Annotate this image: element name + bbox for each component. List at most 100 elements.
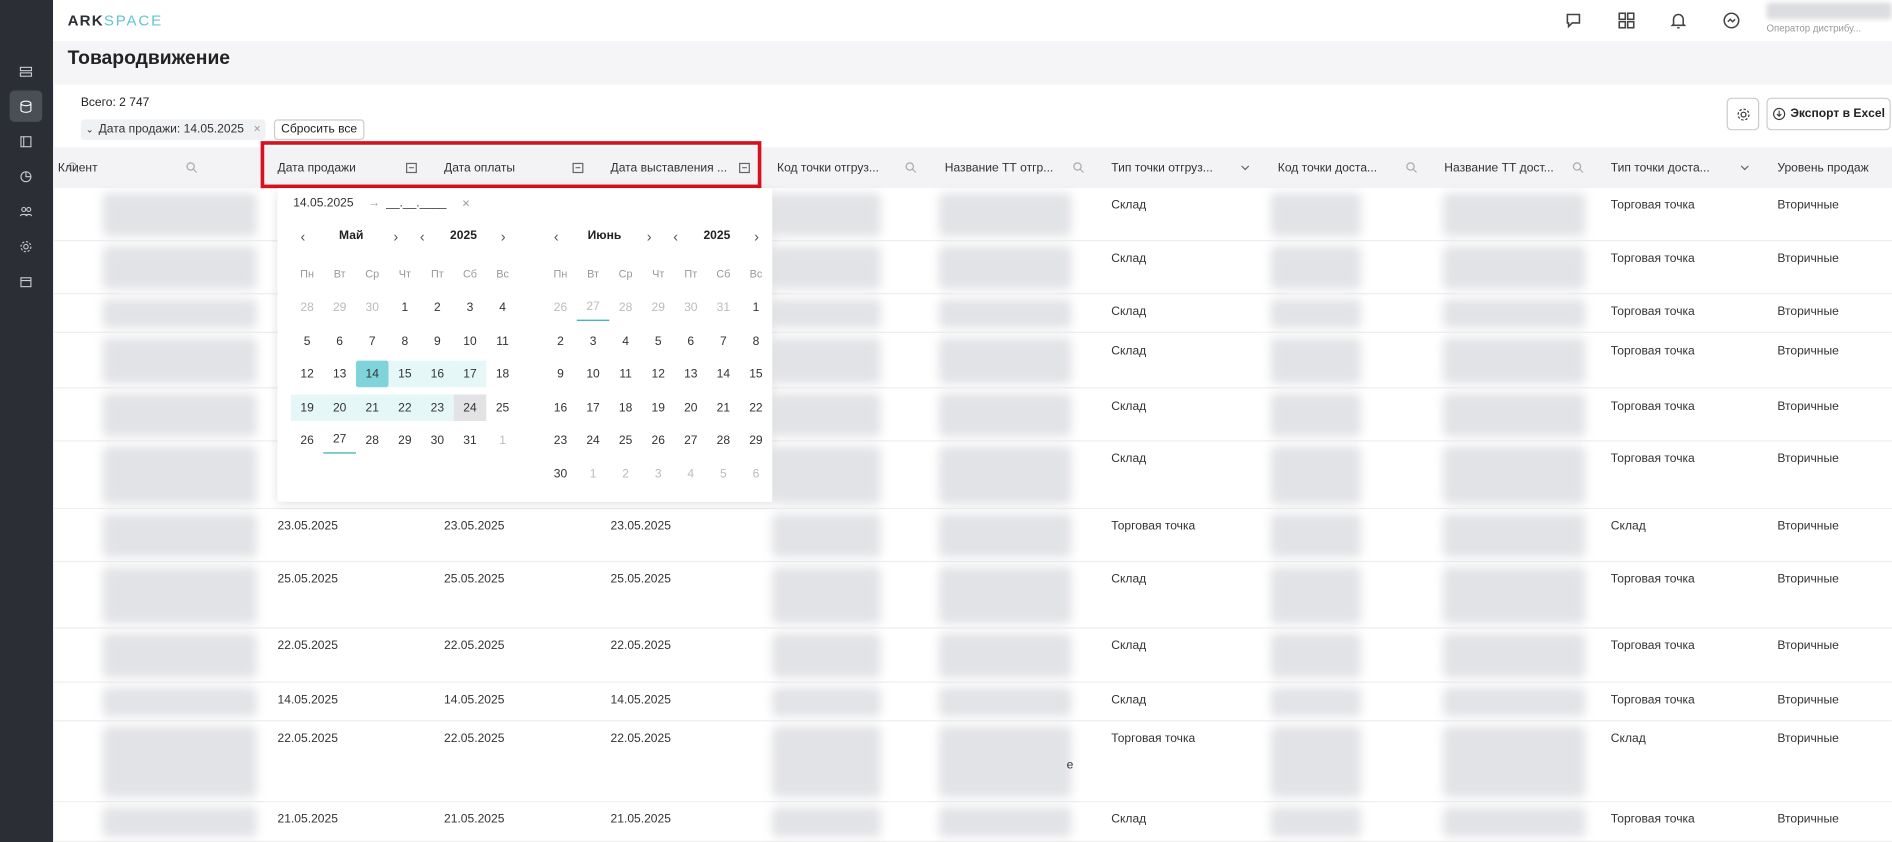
calendar-day[interactable]: 29: [389, 427, 422, 454]
calendar-day[interactable]: 13: [323, 361, 356, 388]
calendar-day[interactable]: 29: [740, 427, 773, 454]
column-header[interactable]: Клиент: [58, 147, 208, 188]
calendar-day[interactable]: 18: [486, 361, 519, 388]
calendar-day[interactable]: 30: [356, 294, 389, 321]
column-header[interactable]: Дата оплаты: [444, 147, 594, 188]
calendar-day[interactable]: 4: [486, 294, 519, 321]
calendar-day[interactable]: 26: [642, 427, 675, 454]
month-may[interactable]: Май: [339, 229, 363, 242]
calendar-day[interactable]: 18: [609, 394, 642, 421]
calendar-icon[interactable]: [572, 162, 584, 174]
calendar-day[interactable]: 10: [577, 361, 610, 388]
month-june[interactable]: Июнь: [588, 229, 622, 242]
calendar-day[interactable]: 12: [642, 361, 675, 388]
calendar-day[interactable]: 22: [740, 394, 773, 421]
calendar-day[interactable]: 19: [290, 394, 324, 421]
table-settings-button[interactable]: [1726, 97, 1760, 131]
book-icon[interactable]: [10, 125, 43, 156]
next-month-icon[interactable]: ›: [647, 228, 652, 245]
calendar-icon[interactable]: [405, 162, 417, 174]
bell-icon[interactable]: [1669, 11, 1688, 30]
calendar-day[interactable]: 14: [707, 361, 740, 388]
column-header[interactable]: Код точки доста...: [1278, 147, 1428, 188]
database-icon[interactable]: [9, 90, 43, 122]
calendar-day[interactable]: 23: [544, 427, 577, 454]
calendar-day[interactable]: 5: [707, 461, 740, 488]
calendar-day[interactable]: 28: [707, 427, 740, 454]
calendar-day[interactable]: 30: [421, 427, 454, 454]
calendar-day[interactable]: 1: [486, 427, 519, 454]
reset-all-button[interactable]: Сбросить все: [273, 119, 365, 140]
calendar-day[interactable]: 28: [356, 427, 389, 454]
pie-chart-icon[interactable]: [10, 160, 43, 191]
calendar-day[interactable]: 27: [323, 427, 356, 454]
calendar-day[interactable]: 30: [674, 294, 707, 321]
settings-icon[interactable]: [10, 230, 43, 261]
calendar-day[interactable]: 24: [453, 394, 487, 421]
date-range-picker[interactable]: 14.05.2025 → __.__.____ × ‹ Май › ‹ 2025…: [277, 188, 773, 502]
calendar-day[interactable]: 30: [544, 461, 577, 488]
calendar-day[interactable]: 5: [642, 328, 675, 355]
users-icon[interactable]: [10, 195, 43, 226]
calendar-day[interactable]: 25: [609, 427, 642, 454]
sync-icon[interactable]: [1722, 11, 1741, 30]
calendar-day[interactable]: 3: [577, 328, 610, 355]
prev-year-icon[interactable]: ‹: [673, 228, 678, 245]
calendar-day[interactable]: 19: [642, 394, 675, 421]
table-row[interactable]: 22.05.2025 22.05.2025 22.05.2025 Торговая т…: [53, 721, 1892, 803]
prev-month-icon[interactable]: ‹: [300, 228, 305, 245]
calendar-day[interactable]: 2: [609, 461, 642, 488]
calendar-day[interactable]: 6: [323, 328, 356, 355]
prev-month-icon[interactable]: ‹: [554, 228, 559, 245]
calendar-day[interactable]: 4: [674, 461, 707, 488]
chevron-down-icon[interactable]: [1239, 162, 1251, 174]
year-right[interactable]: 2025: [703, 229, 730, 242]
calendar-day[interactable]: 24: [577, 427, 610, 454]
calendar-day[interactable]: 1: [577, 461, 610, 488]
table-row[interactable]: 22.05.2025 22.05.2025 22.05.2025 Склад Торго…: [53, 628, 1892, 683]
search-icon[interactable]: [1572, 162, 1584, 174]
calendar-day[interactable]: 13: [674, 361, 707, 388]
search-icon[interactable]: [1406, 162, 1418, 174]
list-icon[interactable]: [10, 55, 43, 86]
calendar-day[interactable]: 17: [577, 394, 610, 421]
calendar-day[interactable]: 5: [291, 328, 324, 355]
search-icon[interactable]: [186, 162, 198, 174]
calendar-day[interactable]: 27: [674, 427, 707, 454]
calendar-day[interactable]: 21: [707, 394, 740, 421]
calendar-day[interactable]: 20: [323, 394, 356, 421]
year-left[interactable]: 2025: [450, 229, 477, 242]
calendar-day[interactable]: 25: [486, 394, 519, 421]
next-month-icon[interactable]: ›: [393, 228, 398, 245]
column-header[interactable]: Тип точки отгруз...: [1111, 147, 1261, 188]
calendar-icon[interactable]: [10, 265, 43, 296]
calendar-icon[interactable]: [738, 162, 750, 174]
calendar-day[interactable]: 7: [707, 328, 740, 355]
calendar-day[interactable]: 15: [388, 360, 422, 388]
prev-year-icon[interactable]: ‹: [420, 228, 425, 245]
calendar-day[interactable]: 23: [421, 394, 454, 421]
calendar-day[interactable]: 3: [642, 461, 675, 488]
calendar-day[interactable]: 3: [454, 294, 487, 321]
calendar-day[interactable]: 27: [576, 294, 610, 321]
apps-grid-icon[interactable]: [1617, 11, 1636, 30]
table-row[interactable]: 25.05.2025 25.05.2025 25.05.2025 Склад Торго…: [53, 562, 1892, 629]
table-row[interactable]: 14.05.2025 14.05.2025 14.05.2025 Склад Торго…: [53, 683, 1892, 722]
calendar-day[interactable]: 29: [323, 294, 356, 321]
column-header[interactable]: Название ТТ дост...: [1444, 147, 1594, 188]
calendar-day[interactable]: 31: [454, 427, 487, 454]
calendar-day[interactable]: 6: [740, 461, 773, 488]
calendar-day[interactable]: 2: [544, 328, 577, 355]
calendar-day[interactable]: 10: [454, 328, 487, 355]
calendar-day[interactable]: 22: [388, 394, 422, 421]
calendar-day[interactable]: 1: [740, 294, 773, 321]
search-icon[interactable]: [1073, 162, 1085, 174]
next-year-icon[interactable]: ›: [501, 228, 506, 245]
calendar-day[interactable]: 9: [544, 361, 577, 388]
calendar-day[interactable]: 4: [609, 328, 642, 355]
calendar-day[interactable]: 21: [355, 394, 389, 421]
date-to-input[interactable]: __.__.____: [386, 197, 446, 210]
calendar-day[interactable]: 28: [609, 294, 642, 321]
calendar-day[interactable]: 26: [544, 294, 577, 321]
calendar-day[interactable]: 6: [674, 328, 707, 355]
